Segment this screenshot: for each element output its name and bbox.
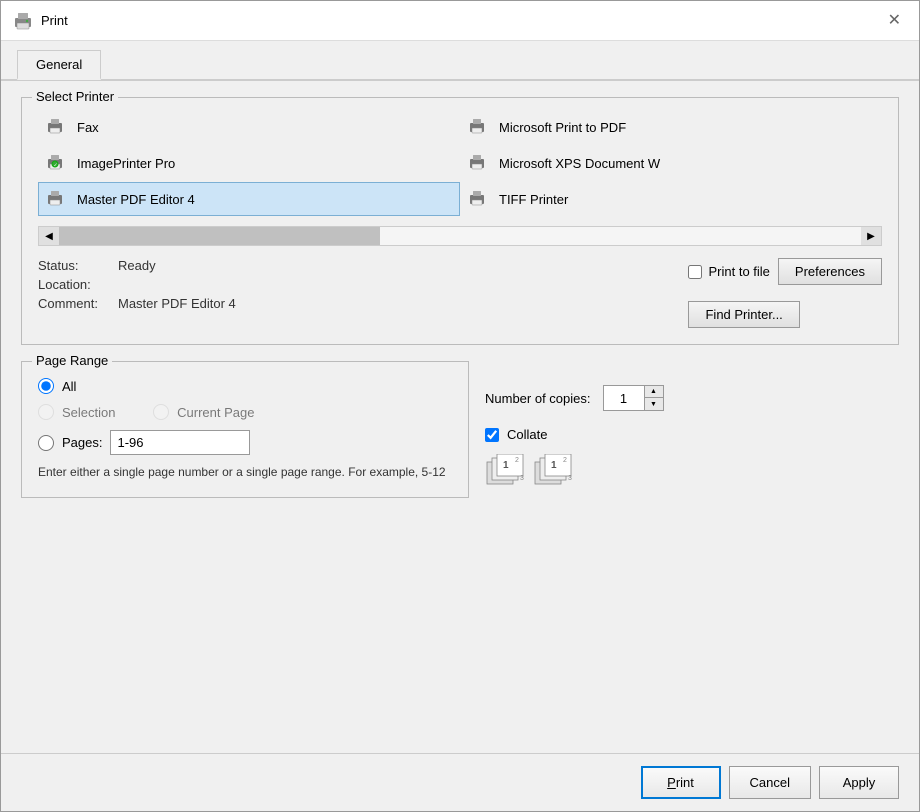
svg-text:1: 1 [503,460,509,471]
printer-name-master-pdf: Master PDF Editor 4 [77,192,195,207]
spin-buttons: ▲ ▼ [644,386,663,410]
radio-all-row: All [38,378,452,394]
scroll-right-button[interactable]: ▶ [861,227,881,245]
content-area: Select Printer Fax [1,81,919,753]
dialog-body: General Select Printer Fax [1,41,919,753]
printer-name-imageprinter: ImagePrinter Pro [77,156,175,171]
radio-all-label[interactable]: All [62,379,76,394]
radio-pages[interactable] [38,435,54,451]
radio-current-label: Current Page [177,405,254,420]
collate-row: Collate [485,427,899,442]
find-printer-button[interactable]: Find Printer... [688,301,799,328]
comment-label: Comment: [38,296,118,311]
scroll-thumb [59,227,380,245]
title-bar: Print ✕ [1,1,919,41]
printer-item-ms-xps[interactable]: Microsoft XPS Document W [460,146,882,180]
copies-input[interactable] [604,386,644,410]
svg-text:3: 3 [568,475,572,482]
printer-item-ms-pdf[interactable]: Microsoft Print to PDF [460,110,882,144]
tab-general[interactable]: General [17,50,101,80]
print-dialog: Print ✕ General Select Printer [0,0,920,812]
collate-icon-2: 1 2 3 [533,454,573,490]
printer-name-ms-pdf: Microsoft Print to PDF [499,120,626,135]
printer-info-row: Status: Ready Location: Comment: Master … [38,258,882,328]
radio-group: All Selection Current Page Pages: [38,378,452,455]
svg-text:3: 3 [520,475,524,482]
printer-icon-fax [47,116,69,138]
radio-selection-label: Selection [62,405,115,420]
collate-checkbox[interactable] [485,428,499,442]
printer-info-right: Print to file Preferences Find Printer..… [688,258,882,328]
tabs-bar: General [1,41,919,81]
print-to-file-label[interactable]: Print to file [708,264,769,279]
printer-icon [13,11,33,31]
print-button[interactable]: Print [641,766,721,799]
right-panel: Number of copies: ▲ ▼ Collate [485,361,899,498]
print-to-file-wrapper: Print to file [688,264,769,279]
svg-text:2: 2 [515,457,519,464]
status-label: Status: [38,258,118,273]
radio-pages-label[interactable]: Pages: [62,435,102,450]
print-to-file-row: Print to file Preferences [688,258,882,285]
printer-icon-ms-pdf [469,116,491,138]
bottom-panels: Page Range All Selection Current Page [21,361,899,498]
close-button[interactable]: ✕ [882,11,907,31]
page-range-label: Page Range [32,353,112,368]
page-range-group: Page Range All Selection Current Page [21,361,469,498]
printer-item-imageprinter[interactable]: ✓ ImagePrinter Pro [38,146,460,180]
copies-spinner: ▲ ▼ [603,385,664,411]
printer-icon-tiff [469,188,491,210]
status-value: Ready [118,258,156,273]
printer-name-fax: Fax [77,120,99,135]
collate-label[interactable]: Collate [507,427,547,442]
pages-input[interactable] [110,430,250,455]
scroll-left-button[interactable]: ◀ [39,227,59,245]
location-line: Location: [38,277,688,292]
svg-text:2: 2 [563,457,567,464]
printer-list-scrollbar[interactable]: ◀ ▶ [38,226,882,246]
printer-icon-imageprinter: ✓ [47,152,69,174]
select-printer-label: Select Printer [32,89,118,104]
printer-list: Fax Microsoft Print to PDF [38,110,882,216]
radio-current [153,404,169,420]
spin-up-button[interactable]: ▲ [645,386,663,398]
printer-name-ms-xps: Microsoft XPS Document W [499,156,660,171]
preferences-button[interactable]: Preferences [778,258,882,285]
location-label: Location: [38,277,118,292]
select-printer-group: Select Printer Fax [21,97,899,345]
pages-row: Pages: [38,430,452,455]
dialog-title: Print [41,13,68,28]
apply-button[interactable]: Apply [819,766,899,799]
printer-item-tiff[interactable]: TIFF Printer [460,182,882,216]
collate-icons: 1 2 3 1 2 3 [485,454,899,490]
printer-item-fax[interactable]: Fax [38,110,460,144]
printer-name-tiff: TIFF Printer [499,192,568,207]
printer-icon-ms-xps [469,152,491,174]
print-to-file-checkbox[interactable] [688,265,702,279]
radio-selection [38,404,54,420]
page-range-hint: Enter either a single page number or a s… [38,463,452,481]
status-line: Status: Ready [38,258,688,273]
scroll-track [59,227,861,245]
title-left: Print [13,11,68,31]
comment-line: Comment: Master PDF Editor 4 [38,296,688,311]
printer-info-left: Status: Ready Location: Comment: Master … [38,258,688,315]
printer-icon-master-pdf [47,188,69,210]
collate-icon-1: 1 2 3 [485,454,525,490]
copies-label: Number of copies: [485,391,591,406]
svg-text:✓: ✓ [54,163,58,169]
radio-selection-row: Selection Current Page [38,404,452,420]
spin-down-button[interactable]: ▼ [645,398,663,410]
radio-all[interactable] [38,378,54,394]
cancel-button[interactable]: Cancel [729,766,811,799]
comment-value: Master PDF Editor 4 [118,296,236,311]
dialog-footer: Print Cancel Apply [1,753,919,811]
svg-text:1: 1 [551,460,557,471]
copies-row: Number of copies: ▲ ▼ [485,385,899,411]
printer-item-master-pdf[interactable]: Master PDF Editor 4 [38,182,460,216]
